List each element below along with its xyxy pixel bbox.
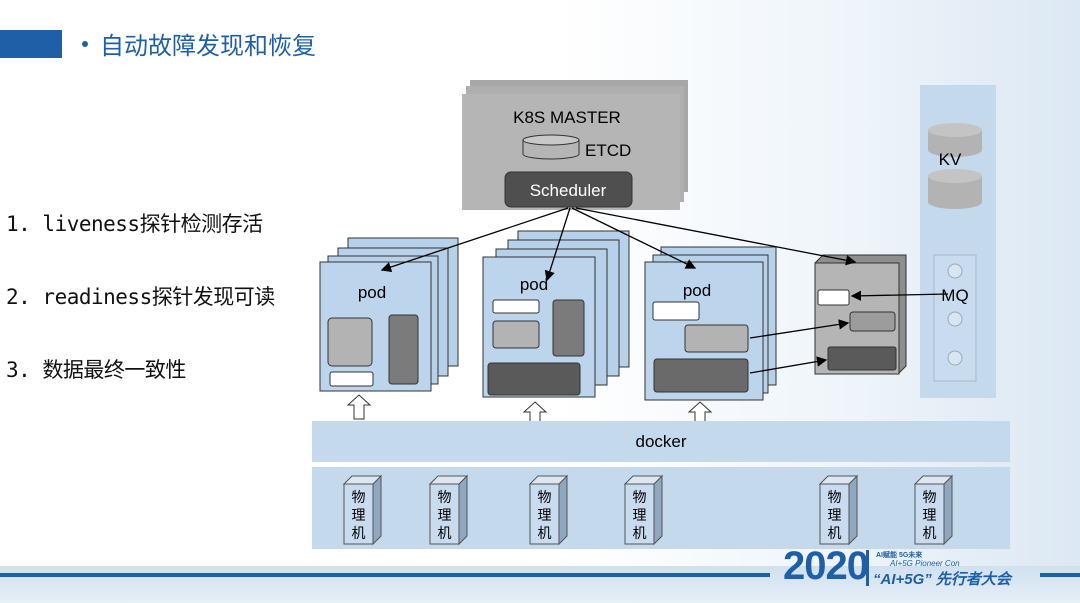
physical-machine-label: 物理机 <box>438 490 452 542</box>
logo-tagline-en: AI+5G Pioneer Con <box>890 559 960 568</box>
architecture-diagram: KV MQ K8S MASTER ETCD Scheduler pod pod … <box>312 80 1010 549</box>
pod-label-2: pod <box>520 275 548 294</box>
footer-line-right <box>1040 573 1080 577</box>
logo-main-text: “AI+5G” 先行者大会 <box>873 571 1011 588</box>
physical-machine-label: 物理机 <box>828 490 842 542</box>
physical-machine-3: 物理机 <box>528 474 569 546</box>
logo-separator <box>866 550 869 586</box>
pod-label-1: pod <box>358 283 386 302</box>
service-box <box>814 254 907 375</box>
physical-machine-label: 物理机 <box>538 490 552 542</box>
etcd-database-icon <box>522 134 580 160</box>
pod-stack-2: pod <box>482 230 630 398</box>
mq-label: MQ <box>941 286 968 305</box>
physical-machine-label: 物理机 <box>923 490 937 542</box>
k8s-master: K8S MASTER ETCD Scheduler <box>462 80 688 210</box>
kv-mq-column: KV MQ <box>920 85 996 398</box>
physical-machine-6: 物理机 <box>913 474 954 546</box>
pod-label-3: pod <box>683 281 711 300</box>
physical-machine-5: 物理机 <box>818 474 859 546</box>
pod-stack-3: pod <box>644 246 777 401</box>
physical-machine-2: 物理机 <box>428 474 469 546</box>
docker-layer: docker <box>312 421 1010 462</box>
master-label: K8S MASTER <box>513 108 621 127</box>
kv-label: KV <box>939 150 962 169</box>
scheduler-label: Scheduler <box>530 181 607 200</box>
physical-machine-label: 物理机 <box>352 490 366 542</box>
docker-label: docker <box>635 432 686 451</box>
etcd-label: ETCD <box>585 141 631 160</box>
footer-line-left <box>0 573 770 577</box>
logo-year: 2020 <box>783 544 869 588</box>
physical-machine-1: 物理机 <box>342 474 383 546</box>
physical-machine-4: 物理机 <box>623 474 664 546</box>
physical-machine-label: 物理机 <box>633 490 647 542</box>
pod-stack-1: pod <box>319 237 459 392</box>
